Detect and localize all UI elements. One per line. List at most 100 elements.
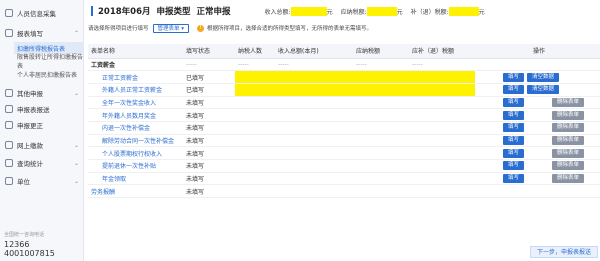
form-name-link[interactable]: 全年一次性奖金收入 [88, 96, 183, 110]
income-total: 收入总额: 元 [264, 6, 333, 16]
sidebar-item-unit[interactable]: 单位 ⌄ [0, 174, 84, 188]
delete-form-button[interactable]: 删除表单 [552, 174, 585, 184]
fill-status: 未填写 [183, 134, 235, 148]
fill-button[interactable]: 填写 [503, 135, 525, 145]
col-header: 收入总额(本月) [275, 44, 353, 59]
empty-cell [235, 184, 275, 199]
sidebar-sub-restricted-stock[interactable]: 限售股转让所得扣缴报告表 [14, 54, 84, 70]
user-icon [5, 9, 13, 17]
value-cell [409, 70, 475, 84]
tax-payable-total: 应纳税额: 元 [340, 6, 403, 16]
fill-button[interactable]: 填写 [503, 85, 525, 95]
sidebar-item-label: 网上缴款 [17, 142, 43, 150]
value-cell [235, 172, 275, 186]
form-icon [5, 29, 13, 37]
col-header: 表单名称 [88, 44, 183, 59]
value-cell [275, 96, 353, 110]
table-row: 年金领取 未填写 填写 删除表单 [88, 172, 600, 186]
chevron-down-icon: ⌄ [73, 89, 79, 97]
form-name-link[interactable]: 外籍人员正常工资薪金 [88, 83, 183, 97]
hotline: 全国统一咨询电话 12366 4001007815 [4, 231, 82, 258]
declare-type-value: 正常申报 [196, 7, 231, 17]
form-name-link[interactable]: 年外籍人员数月奖金 [88, 108, 183, 122]
fill-button[interactable]: 填写 [503, 110, 525, 120]
clear-data-button[interactable]: 清空数据 [527, 85, 560, 95]
value-cell [235, 134, 275, 148]
fill-button[interactable]: 填写 [503, 123, 525, 133]
value-cell [409, 108, 475, 122]
value-cell [409, 134, 475, 148]
sidebar-item-submit[interactable]: 申报表报送 [0, 102, 84, 116]
fill-button[interactable]: 填写 [503, 161, 525, 171]
select-prompt: 请选择所得项目进行填写 [88, 26, 149, 32]
delete-form-button[interactable]: 删除表单 [552, 97, 585, 107]
hotline-number-1: 12366 [4, 240, 30, 249]
document-icon [5, 89, 13, 97]
col-header: 纳税人数 [235, 44, 275, 59]
sidebar-item-payment[interactable]: 网上缴款 ⌄ [0, 138, 84, 152]
actions-cell: 填写 清空数据 [475, 83, 600, 97]
form-name-link[interactable]: 劳务报酬 [88, 184, 183, 199]
delete-form-button[interactable]: 删除表单 [552, 161, 585, 171]
sidebar-item-label: 查询统计 [17, 160, 43, 168]
sidebar-item-report-fill[interactable]: 报表填写 ⌃ [0, 26, 84, 40]
table-row: 内退一次性补偿金 未填写 填写 删除表单 [88, 121, 600, 135]
delete-form-button[interactable]: 删除表单 [552, 148, 585, 158]
form-name-link[interactable]: 正常工资薪金 [88, 70, 183, 84]
value-cell [235, 121, 275, 135]
actions-cell: 填写 删除表单 [475, 146, 600, 160]
sidebar-item-label: 申报更正 [17, 122, 43, 130]
fill-button[interactable]: 填写 [503, 72, 525, 82]
value-cell [235, 159, 275, 173]
table-row: 个人股票期权行权收入 未填写 填写 删除表单 [88, 146, 600, 160]
delete-form-button[interactable]: 删除表单 [552, 110, 585, 120]
sidebar-item-other-declare[interactable]: 其他申报 ⌄ [0, 86, 84, 100]
empty-cell [275, 184, 353, 199]
table-header-row: 表单名称 填写状态 纳税人数 收入总额(本月) 应纳税额 应补（退）税额 操作 [88, 44, 600, 59]
toolbar: 请选择所得项目进行填写 管理表单 ▾ ! 根据所得项目，选择合适的所得类型填写，… [88, 22, 600, 34]
sidebar-sub-nonresident[interactable]: 个人非居民扣缴报告表 [14, 68, 84, 80]
refund-redacted [448, 6, 479, 16]
fill-button[interactable]: 填写 [503, 174, 525, 184]
manage-form-button[interactable]: 管理表单 ▾ [152, 23, 190, 33]
sidebar-item-person-info[interactable]: 人员信息采集 [0, 6, 84, 20]
next-step-button[interactable]: 下一步，申报表报送 [529, 246, 598, 258]
value-cell [275, 108, 353, 122]
category-row: 劳务报酬 未填写 [88, 184, 600, 199]
empty-cell [353, 184, 409, 199]
actions-cell: 填写 删除表单 [475, 172, 600, 186]
value-cell [353, 172, 409, 186]
sidebar-item-label: 人员信息采集 [17, 10, 56, 18]
actions-cell: 填写 删除表单 [475, 96, 600, 110]
value-cell [275, 172, 353, 186]
form-name-link[interactable]: 个人股票期权行权收入 [88, 146, 183, 160]
clear-data-button[interactable]: 清空数据 [527, 72, 560, 82]
sidebar-sub-label: 个人非居民扣缴报告表 [17, 71, 78, 79]
sidebar-item-correction[interactable]: 申报更正 [0, 118, 84, 132]
value-cell [275, 159, 353, 173]
placeholder-cell: ----- [275, 58, 353, 72]
report-table: 表单名称 填写状态 纳税人数 收入总额(本月) 应纳税额 应补（退）税额 操作 … [88, 44, 600, 199]
delete-form-button[interactable]: 删除表单 [552, 135, 585, 145]
value-cell [235, 108, 275, 122]
sidebar-item-query[interactable]: 查询统计 ⌄ [0, 156, 84, 170]
empty-cell [475, 58, 600, 72]
fill-button[interactable]: 填写 [503, 97, 525, 107]
placeholder-cell: ----- [183, 58, 235, 72]
empty-cell [409, 184, 475, 199]
sidebar-item-label: 申报表报送 [17, 106, 50, 114]
building-icon [5, 177, 13, 185]
form-name-link[interactable]: 年金领取 [88, 172, 183, 186]
form-name-link[interactable]: 提前退休一次性补贴 [88, 159, 183, 173]
sidebar-item-label: 其他申报 [17, 90, 43, 98]
value-cell [409, 83, 475, 97]
income-redacted [290, 6, 327, 16]
value-cell [275, 83, 353, 97]
delete-form-button[interactable]: 删除表单 [552, 123, 585, 133]
edit-icon [5, 121, 13, 129]
fill-status: 未填写 [183, 159, 235, 173]
actions-cell: 填写 删除表单 [475, 159, 600, 173]
form-name-link[interactable]: 内退一次性补偿金 [88, 121, 183, 135]
form-name-link[interactable]: 解除劳动合同一次性补偿金 [88, 134, 183, 148]
fill-button[interactable]: 填写 [503, 148, 525, 158]
